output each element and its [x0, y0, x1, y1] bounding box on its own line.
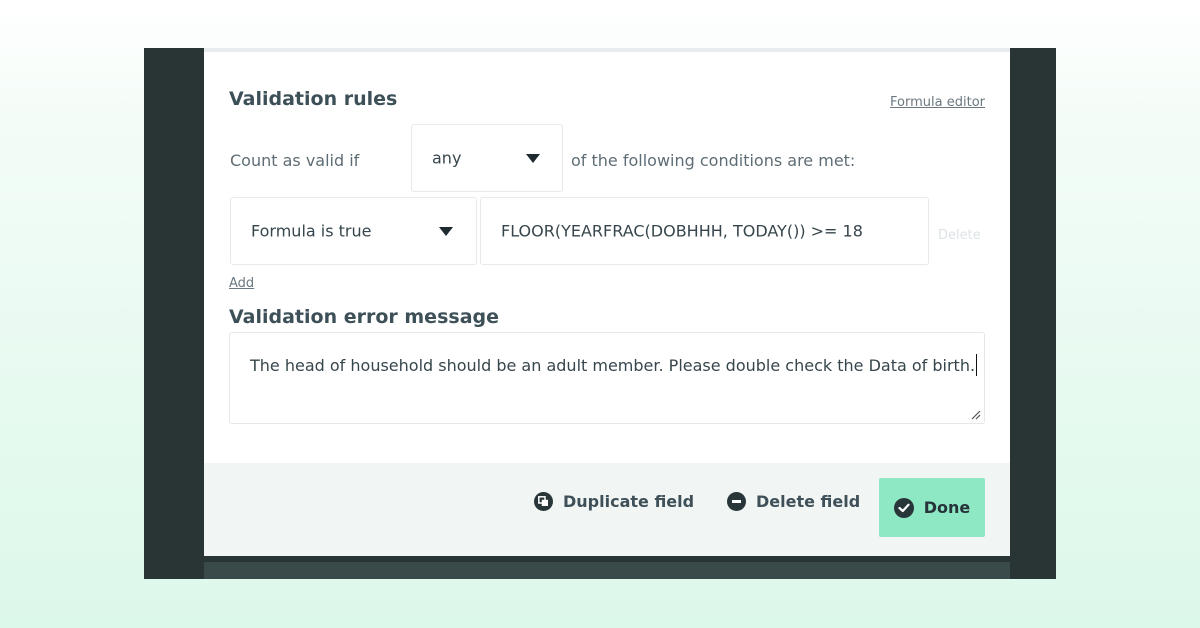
check-circle-icon: [893, 497, 914, 518]
bottom-strip: [204, 562, 1010, 579]
conditions-text: of the following conditions are met:: [571, 151, 856, 170]
formula-value: FLOOR(YEARFRAC(DOBHHH, TODAY()) >= 18: [501, 221, 863, 241]
caret-down-icon: [439, 227, 453, 236]
formula-editor-link[interactable]: Formula editor: [890, 95, 985, 110]
done-label: Done: [923, 498, 971, 517]
delete-condition-link[interactable]: Delete: [938, 228, 981, 243]
formula-input[interactable]: FLOOR(YEARFRAC(DOBHHH, TODAY()) >= 18: [480, 197, 929, 265]
field-settings-panel: Validation rules Formula editor Count as…: [204, 48, 1010, 556]
minus-circle-icon: [727, 492, 746, 511]
caret-down-icon: [526, 154, 540, 163]
condition-type-value: Formula is true: [251, 221, 372, 241]
error-message-textarea[interactable]: The head of household should be an adult…: [229, 332, 985, 424]
count-valid-label: Count as valid if: [230, 151, 360, 170]
delete-field-button[interactable]: Delete field: [727, 492, 860, 511]
app-frame: Validation rules Formula editor Count as…: [144, 48, 1056, 579]
add-condition-link[interactable]: Add: [229, 276, 254, 291]
error-message-text: The head of household should be an adult…: [250, 356, 976, 375]
duplicate-field-label: Duplicate field: [563, 492, 695, 511]
resize-handle-icon[interactable]: [971, 410, 981, 420]
done-button[interactable]: Done: [879, 478, 985, 537]
text-cursor: [976, 354, 978, 376]
duplicate-icon: [534, 492, 553, 511]
error-message-title: Validation error message: [229, 306, 499, 328]
duplicate-field-button[interactable]: Duplicate field: [534, 492, 694, 511]
match-mode-value: any: [432, 148, 462, 168]
match-mode-select[interactable]: any: [411, 124, 563, 192]
delete-field-label: Delete field: [756, 492, 861, 511]
condition-type-select[interactable]: Formula is true: [230, 197, 477, 265]
validation-rules-title: Validation rules: [229, 88, 398, 110]
